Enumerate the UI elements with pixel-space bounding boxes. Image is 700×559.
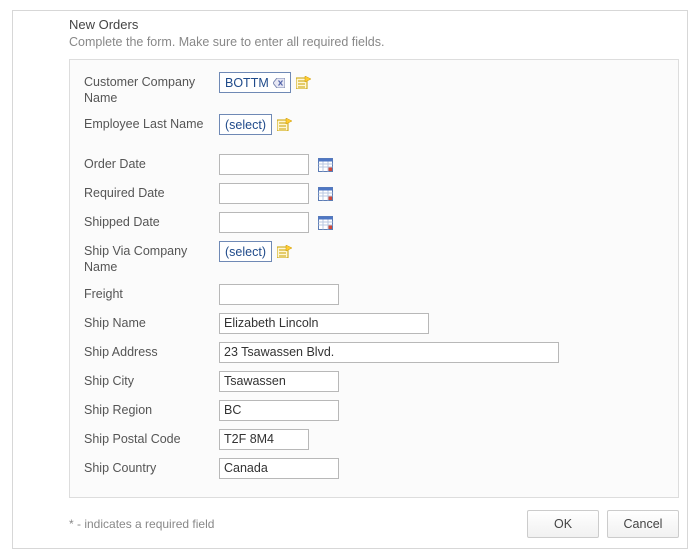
- required-date-input[interactable]: [219, 183, 309, 204]
- employee-last-name-placeholder: (select): [225, 118, 266, 132]
- new-record-icon[interactable]: [277, 245, 292, 258]
- page-title: New Orders: [69, 17, 681, 32]
- ship-country-input[interactable]: [219, 458, 339, 479]
- ship-postal-code-input[interactable]: [219, 429, 309, 450]
- ship-name-input[interactable]: [219, 313, 429, 334]
- value-employee-last-name: (select): [219, 114, 292, 135]
- row-shipped-date: Shipped Date: [84, 212, 664, 233]
- label-required-date: Required Date: [84, 183, 219, 202]
- footer-row: * - indicates a required field OK Cancel: [69, 510, 679, 538]
- page-subtitle: Complete the form. Make sure to enter al…: [69, 35, 681, 49]
- value-shipped-date: [219, 212, 333, 233]
- value-ship-region: [219, 400, 339, 421]
- value-freight: [219, 284, 339, 305]
- ship-address-input[interactable]: [219, 342, 559, 363]
- label-ship-postal-code: Ship Postal Code: [84, 429, 219, 448]
- row-ship-country: Ship Country: [84, 458, 664, 479]
- row-employee-last-name: Employee Last Name (select): [84, 114, 664, 146]
- value-ship-address: [219, 342, 559, 363]
- erase-icon[interactable]: [273, 78, 285, 88]
- calendar-icon[interactable]: [318, 215, 333, 230]
- label-ship-city: Ship City: [84, 371, 219, 390]
- calendar-icon[interactable]: [318, 157, 333, 172]
- row-ship-address: Ship Address: [84, 342, 664, 363]
- value-order-date: [219, 154, 333, 175]
- form-panel: Customer Company Name BOTTM: [69, 59, 679, 498]
- label-customer-company-name: Customer Company Name: [84, 72, 219, 106]
- label-shipped-date: Shipped Date: [84, 212, 219, 231]
- label-ship-via-company-name: Ship Via Company Name: [84, 241, 219, 275]
- order-date-input[interactable]: [219, 154, 309, 175]
- new-record-icon[interactable]: [296, 76, 311, 89]
- value-ship-city: [219, 371, 339, 392]
- label-freight: Freight: [84, 284, 219, 303]
- form-window: New Orders Complete the form. Make sure …: [12, 10, 688, 549]
- customer-company-name-value: BOTTM: [225, 76, 269, 90]
- row-freight: Freight: [84, 284, 664, 305]
- customer-company-name-lookup[interactable]: BOTTM: [219, 72, 291, 93]
- label-employee-last-name: Employee Last Name: [84, 114, 219, 133]
- row-customer-company-name: Customer Company Name BOTTM: [84, 72, 664, 106]
- calendar-icon[interactable]: [318, 186, 333, 201]
- employee-last-name-lookup[interactable]: (select): [219, 114, 272, 135]
- label-ship-country: Ship Country: [84, 458, 219, 477]
- row-ship-name: Ship Name: [84, 313, 664, 334]
- ship-via-company-name-lookup[interactable]: (select): [219, 241, 272, 262]
- value-ship-name: [219, 313, 429, 334]
- label-ship-address: Ship Address: [84, 342, 219, 361]
- row-required-date: Required Date: [84, 183, 664, 204]
- required-field-note: * - indicates a required field: [69, 517, 519, 531]
- shipped-date-input[interactable]: [219, 212, 309, 233]
- row-ship-via-company-name: Ship Via Company Name (select): [84, 241, 664, 275]
- freight-input[interactable]: [219, 284, 339, 305]
- cancel-button[interactable]: Cancel: [607, 510, 679, 538]
- value-ship-via-company-name: (select): [219, 241, 292, 262]
- ship-via-company-name-placeholder: (select): [225, 245, 266, 259]
- row-ship-city: Ship City: [84, 371, 664, 392]
- new-record-icon[interactable]: [277, 118, 292, 131]
- ok-button[interactable]: OK: [527, 510, 599, 538]
- ship-region-input[interactable]: [219, 400, 339, 421]
- label-ship-name: Ship Name: [84, 313, 219, 332]
- value-ship-postal-code: [219, 429, 309, 450]
- ship-city-input[interactable]: [219, 371, 339, 392]
- row-order-date: Order Date: [84, 154, 664, 175]
- row-ship-postal-code: Ship Postal Code: [84, 429, 664, 450]
- row-ship-region: Ship Region: [84, 400, 664, 421]
- value-required-date: [219, 183, 333, 204]
- label-ship-region: Ship Region: [84, 400, 219, 419]
- value-ship-country: [219, 458, 339, 479]
- label-order-date: Order Date: [84, 154, 219, 173]
- value-customer-company-name: BOTTM: [219, 72, 311, 93]
